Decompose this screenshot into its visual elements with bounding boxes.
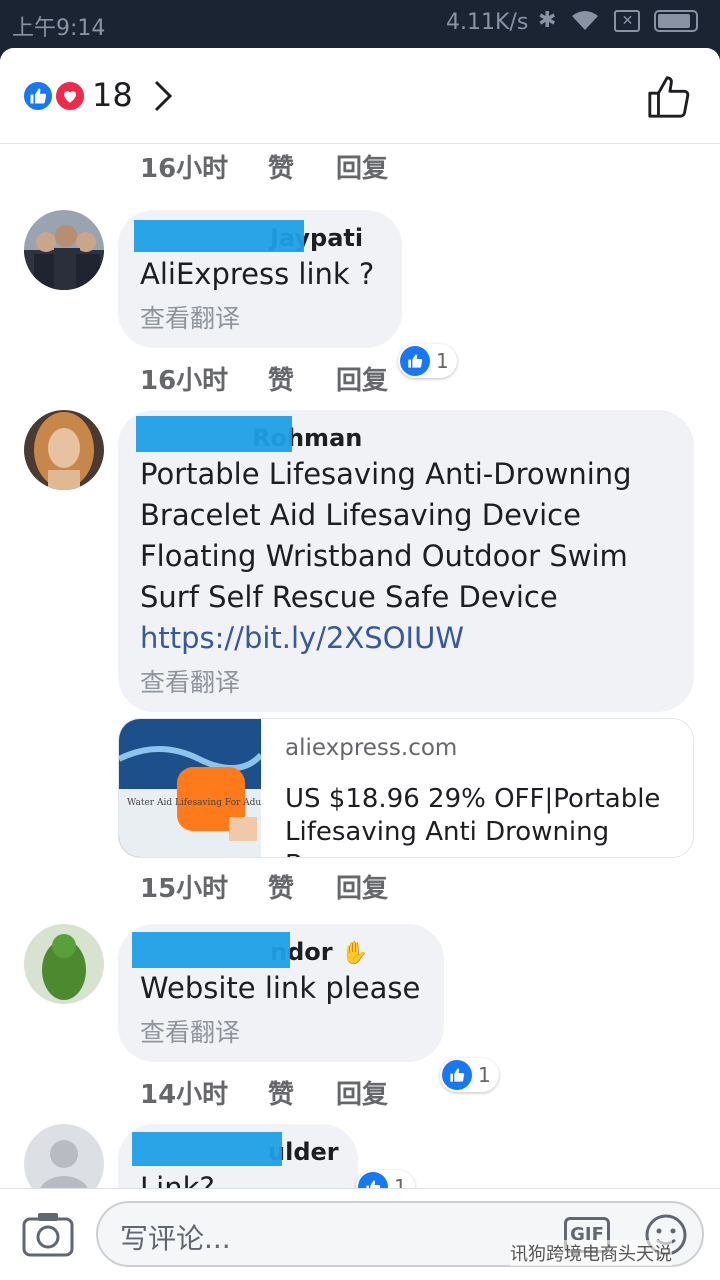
like-reaction-icon xyxy=(400,346,430,376)
sim-icon: ✕ xyxy=(614,9,641,32)
comment-author[interactable]: ulder xyxy=(132,1132,339,1166)
comments-sheet: 18 16小时 赞 回复 Jaypati AliExpress link ? 查… xyxy=(0,48,720,1280)
see-translation-link[interactable]: 查看翻译 xyxy=(140,299,380,335)
status-bar: 上午9:14 4.11K/s ✱ ✕ xyxy=(0,0,720,48)
comment-meta: 16小时 赞 回复 xyxy=(140,360,388,397)
preview-title: US $18.96 29% OFF|Portable Lifesaving An… xyxy=(285,784,661,857)
like-thumb-icon[interactable] xyxy=(646,74,692,120)
like-link[interactable]: 赞 xyxy=(268,868,336,905)
comment-meta: 16小时 赞 回复 xyxy=(140,148,388,185)
reply-link[interactable]: 回复 xyxy=(336,360,388,397)
status-time: 上午9:14 xyxy=(12,16,106,41)
comment-link[interactable]: https://bit.ly/2XSOIUW xyxy=(140,621,464,655)
comment-meta: 15小时 赞 回复 xyxy=(140,868,388,905)
comment-text: Portable Lifesaving Anti-Drowning Bracel… xyxy=(140,454,672,659)
redaction xyxy=(132,1132,282,1166)
see-translation-link[interactable]: 查看翻译 xyxy=(140,1013,422,1049)
like-link[interactable]: 赞 xyxy=(268,1074,336,1111)
chevron-right-icon[interactable] xyxy=(152,78,176,114)
avatar[interactable] xyxy=(24,210,104,290)
reaction-count: 1 xyxy=(478,1063,491,1087)
comment-composer: 写评论... GIF xyxy=(0,1188,720,1280)
reply-link[interactable]: 回复 xyxy=(336,148,388,185)
redaction xyxy=(132,932,290,968)
like-reaction-icon xyxy=(22,80,54,112)
preview-image-caption: Water Aid Lifesaving For Adult Kids xyxy=(127,798,261,808)
comment-body: Portable Lifesaving Anti-Drowning Bracel… xyxy=(140,457,632,614)
reactions-header: 18 xyxy=(0,48,720,144)
comment-time: 14小时 xyxy=(140,1080,229,1110)
redaction xyxy=(136,416,292,452)
battery-icon xyxy=(654,9,699,32)
preview-image: Water Aid Lifesaving For Adult Kids xyxy=(119,719,291,857)
link-preview-card[interactable]: Water Aid Lifesaving For Adult Kids alie… xyxy=(118,718,694,858)
reply-link[interactable]: 回复 xyxy=(336,868,388,905)
avatar[interactable] xyxy=(24,924,104,1004)
love-reaction-icon xyxy=(54,80,86,112)
bluetooth-icon: ✱ xyxy=(538,8,557,33)
comment-reactions[interactable]: 1 xyxy=(440,1058,499,1092)
wifi-icon xyxy=(572,10,599,30)
comment-meta: 14小时 赞 回复 xyxy=(140,1074,388,1111)
comment-time: 16小时 xyxy=(140,366,229,396)
avatar[interactable] xyxy=(24,410,104,490)
comment-time: 15小时 xyxy=(140,874,229,904)
reply-link[interactable]: 回复 xyxy=(336,1074,388,1111)
reaction-count[interactable]: 18 xyxy=(92,76,133,114)
comment-text: Website link please xyxy=(140,971,421,1005)
see-translation-link[interactable]: 查看翻译 xyxy=(140,663,672,699)
like-link[interactable]: 赞 xyxy=(268,148,336,185)
comment-bubble: ndor ✋ Website link please 查看翻译 xyxy=(118,924,444,1062)
like-link[interactable]: 赞 xyxy=(268,360,336,397)
comment-author[interactable]: ndor ✋ xyxy=(132,932,422,968)
comment-author[interactable]: Jaypati xyxy=(134,220,380,252)
wave-icon: ✋ xyxy=(340,941,369,966)
comment-author[interactable]: Rohman xyxy=(136,416,672,452)
comment-placeholder: 写评论... xyxy=(120,1222,231,1255)
comment-bubble: Rohman Portable Lifesaving Anti-Drowning… xyxy=(118,410,694,712)
preview-domain: aliexpress.com xyxy=(285,735,458,761)
reaction-count: 1 xyxy=(436,349,449,373)
redaction xyxy=(134,220,304,252)
network-speed: 4.11K/s xyxy=(446,10,529,35)
like-reaction-icon xyxy=(442,1060,472,1090)
comment-text: AliExpress link ? xyxy=(140,257,375,291)
camera-icon[interactable] xyxy=(22,1211,74,1257)
comment-reactions[interactable]: 1 xyxy=(398,344,457,378)
watermark: 讯狗跨境电商头天说 xyxy=(510,1240,672,1266)
comment-bubble: Jaypati AliExpress link ? 查看翻译 xyxy=(118,210,402,348)
comment-time: 16小时 xyxy=(140,154,229,184)
